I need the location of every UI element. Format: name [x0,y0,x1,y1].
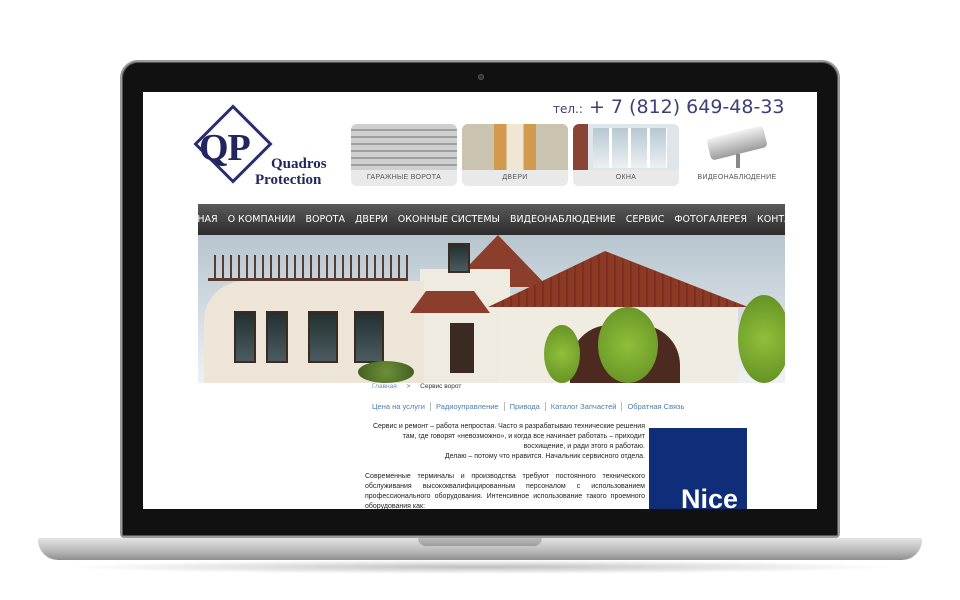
webcam-icon [478,74,484,80]
body-paragraph: Современные терминалы и производства тре… [365,473,645,509]
nice-logo: Nice [681,484,739,509]
garage-door-photo [351,124,457,170]
subnav-item-radio-control[interactable]: Радиоуправление [431,402,505,411]
category-windows[interactable]: ОКНА [573,124,679,186]
nav-item-contacts[interactable]: КОНТАКТЫ [752,214,817,225]
nav-item-window-systems[interactable]: ОКОННЫЕ СИСТЕМЫ [393,214,505,225]
category-label: ДВЕРИ [462,170,568,186]
category-garage-doors[interactable]: ГАРАЖНЫЕ ВОРОТА [351,124,457,186]
intro-line-2: там, где говорят «невозможно», и когда в… [402,433,645,440]
breadcrumb-separator: > [406,383,411,390]
camera-stand-icon [736,154,740,168]
nice-brand-banner[interactable]: Nice [649,428,747,509]
breadcrumb: Главная > Сервис ворот [372,383,461,390]
main-nav: ГЛАВНАЯ О КОМПАНИИ ВОРОТА ДВЕРИ ОКОННЫЕ … [171,204,812,235]
breadcrumb-home[interactable]: Главная [372,383,397,390]
logo-initials: QP [199,127,251,169]
intro-line-3: восхищение, и ради этого я работаю. [523,443,645,450]
nav-item-photo-gallery[interactable]: ФОТОГАЛЕРЕЯ [669,214,752,225]
breadcrumb-current: Сервис ворот [420,383,462,390]
category-label: ОКНА [573,170,679,186]
site-logo[interactable]: QP Quadros Protection [193,104,335,190]
windows-photo [573,124,679,170]
laptop-shadow [60,560,900,574]
nav-item-home[interactable]: ГЛАВНАЯ [166,214,222,225]
phone-digits: + 7 (812) 649-48-33 [588,96,785,118]
subnav-item-drives[interactable]: Привода [505,402,546,411]
sub-nav: Цена на услуги Радиоуправление Привода К… [367,402,689,411]
page-content: Сервис и ремонт – работа непростая. Част… [365,422,645,509]
laptop-notch [418,538,542,546]
phone-number[interactable]: тел.: + 7 (812) 649-48-33 [553,96,785,118]
intro-line-4: Делаю – потому что нравится. Начальник с… [444,453,645,460]
intro-text: Сервис и ремонт – работа непростая. Част… [365,422,645,462]
nav-item-doors[interactable]: ДВЕРИ [350,214,393,225]
category-doors[interactable]: ДВЕРИ [462,124,568,186]
nav-item-video-surveillance[interactable]: ВИДЕОНАБЛЮДЕНИЕ [505,214,621,225]
nav-item-gates[interactable]: ВОРОТА [300,214,350,225]
subnav-item-feedback[interactable]: Обратная Связь [622,402,689,411]
category-video-surveillance[interactable]: ВИДЕОНАБЛЮДЕНИЕ [684,124,790,186]
subnav-item-prices[interactable]: Цена на услуги [367,402,431,411]
logo-line-2: Protection [255,172,322,188]
laptop-screen: QP Quadros Protection тел.: + 7 (812) 64… [143,92,817,509]
logo-line-1: Quadros [271,156,327,172]
nav-item-about[interactable]: О КОМПАНИИ [223,214,301,225]
nav-item-service[interactable]: СЕРВИС [621,214,670,225]
intro-line-1: Сервис и ремонт – работа непростая. Част… [372,423,645,430]
phone-prefix: тел.: [553,102,583,116]
subnav-item-parts-catalog[interactable]: Каталог Запчастей [546,402,623,411]
category-label: ГАРАЖНЫЕ ВОРОТА [351,170,457,186]
category-label: ВИДЕОНАБЛЮДЕНИЕ [684,170,790,186]
doors-photo [462,124,568,170]
hero-house-image [198,235,785,383]
